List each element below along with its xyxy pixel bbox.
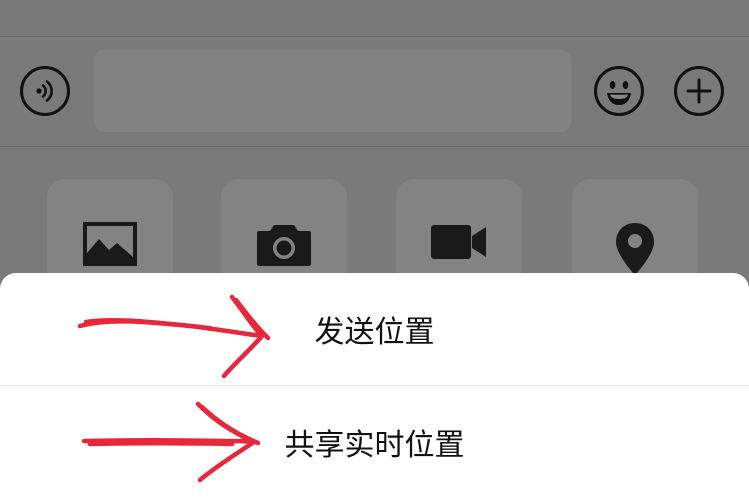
location-action-sheet: 发送位置 共享实时位置: [0, 273, 749, 499]
smiley-face-icon: [607, 81, 631, 105]
message-input[interactable]: [94, 50, 571, 132]
emoji-button[interactable]: [594, 66, 644, 116]
top-strip: [0, 0, 749, 37]
share-live-location-option[interactable]: 共享实时位置: [0, 386, 749, 498]
image-icon: [83, 222, 137, 266]
share-live-location-label: 共享实时位置: [284, 428, 465, 463]
voice-button[interactable]: [20, 66, 70, 116]
chat-screen: 发送位置 共享实时位置: [0, 0, 749, 499]
video-camera-icon: [431, 225, 486, 259]
camera-icon: [257, 225, 311, 266]
plus-button[interactable]: [674, 66, 724, 116]
chat-input-bar: [0, 37, 749, 147]
location-pin-icon: [616, 223, 654, 275]
plus-circle-icon: [686, 78, 712, 104]
voice-wave-icon: [36, 80, 53, 102]
send-location-label: 发送位置: [314, 315, 435, 350]
send-location-option[interactable]: 发送位置: [0, 273, 749, 385]
